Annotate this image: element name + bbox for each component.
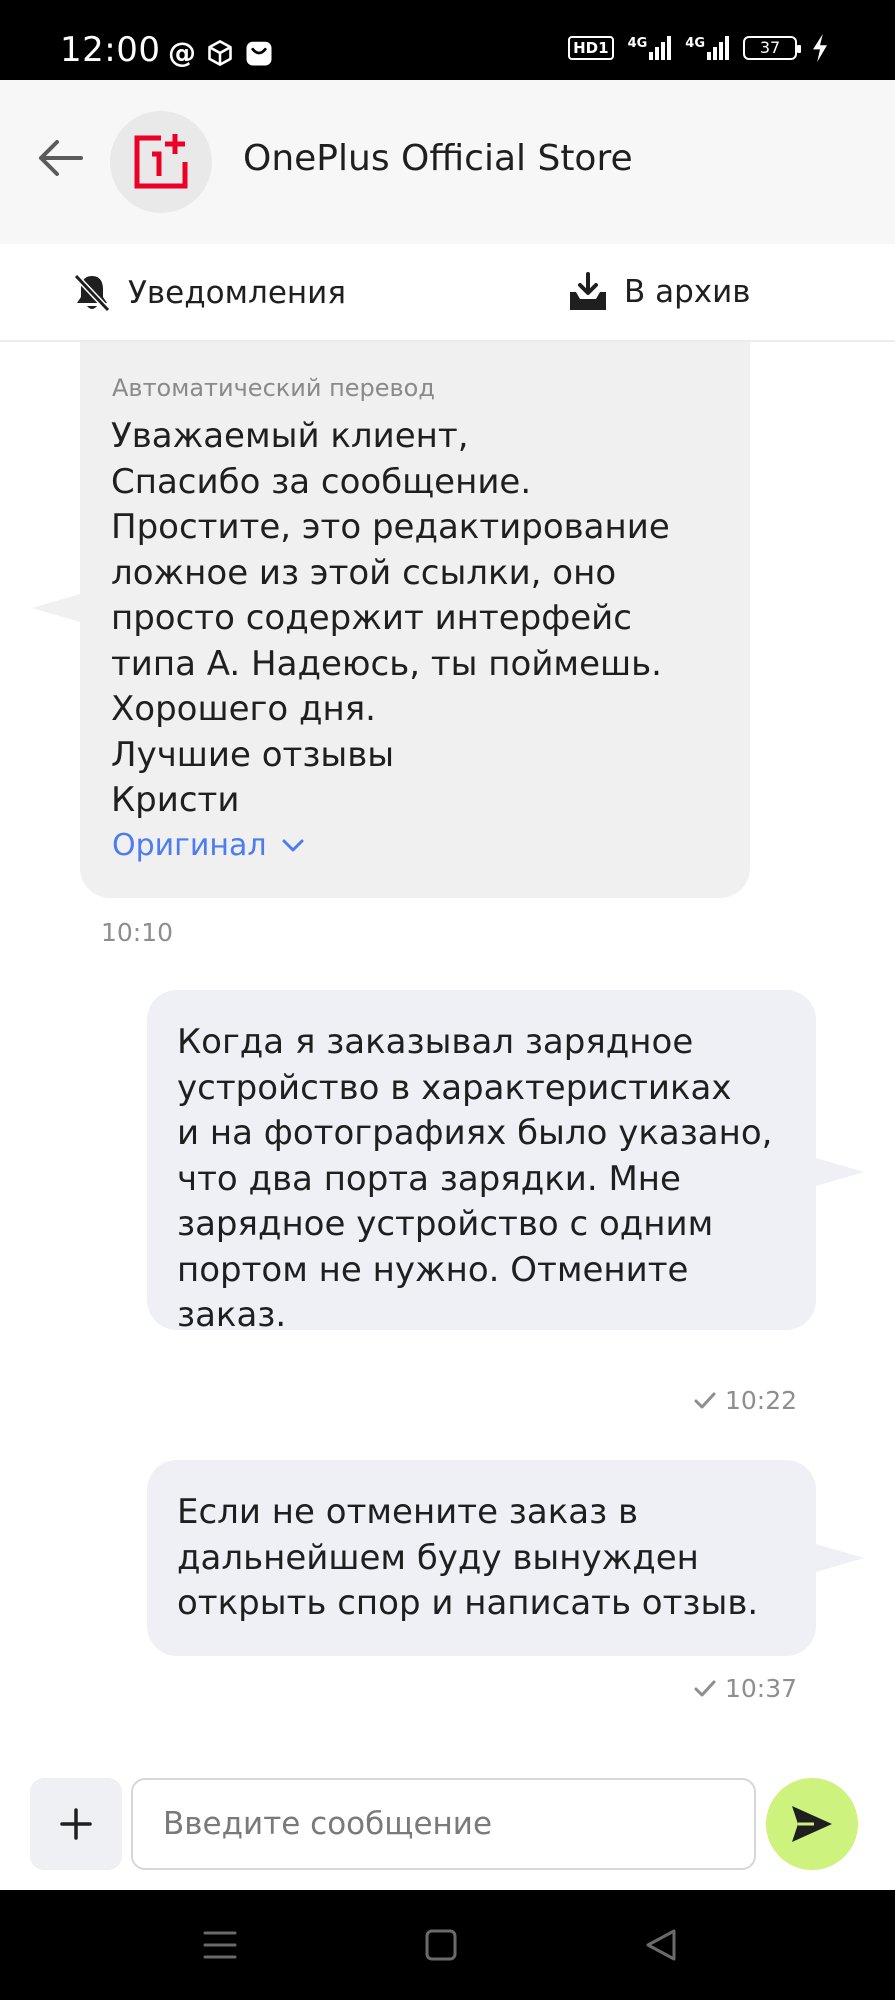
store-avatar[interactable] — [110, 111, 212, 213]
triangle-back-icon — [646, 1929, 676, 1961]
archive-button[interactable]: В архив — [568, 272, 751, 312]
arrow-left-icon — [39, 140, 83, 176]
archive-download-icon — [570, 272, 606, 310]
chat-messages[interactable]: Автоматический перевод Уважаемый клиент,… — [0, 342, 895, 1760]
message-status: 10:37 — [693, 1674, 797, 1703]
notifications-toggle[interactable]: Уведомления — [72, 272, 346, 314]
store-name[interactable]: OnePlus Official Store — [243, 138, 633, 179]
chat-header: OnePlus Official Store — [0, 80, 895, 244]
message-status: 10:22 — [693, 1386, 797, 1415]
archive-label: В архив — [624, 274, 751, 310]
show-original-link[interactable]: Оригинал — [112, 828, 305, 863]
shopping-bag-icon — [246, 41, 272, 65]
message-text: Когда я заказывал зарядное устройство в … — [177, 1022, 773, 1335]
system-navigation-bar — [0, 1890, 895, 2000]
message-composer — [0, 1760, 895, 1890]
oneplus-logo-icon — [134, 134, 188, 189]
check-icon — [694, 1680, 716, 1696]
back-button[interactable] — [32, 130, 88, 186]
bell-off-icon — [73, 273, 111, 313]
menu-icon — [203, 1931, 237, 1959]
status-time: 12:00 — [60, 30, 161, 70]
charging-bolt-icon — [813, 34, 827, 62]
attach-button[interactable] — [30, 1778, 122, 1870]
message-text: Уважаемый клиент, Спасибо за сообщение. … — [111, 416, 670, 820]
at-sign-icon: @ — [168, 36, 196, 69]
hd-voice-badge: HD1 — [568, 36, 614, 60]
signal-strength-icon-2: 4G — [685, 36, 729, 60]
incoming-message[interactable]: Автоматический перевод Уважаемый клиент,… — [32, 342, 750, 898]
plus-icon — [60, 1808, 92, 1840]
outgoing-message[interactable]: Когда я заказывал зарядное устройство в … — [147, 990, 864, 1335]
chat-action-bar: Уведомления В архив — [0, 244, 895, 342]
battery-icon: 37 — [743, 36, 801, 60]
message-text: Если не отмените заказ в дальнейшем буду… — [177, 1492, 759, 1623]
send-button[interactable] — [766, 1778, 858, 1870]
auto-translation-label: Автоматический перевод — [112, 374, 435, 402]
outgoing-message[interactable]: Если не отмените заказ в дальнейшем буду… — [147, 1460, 864, 1656]
notifications-label: Уведомления — [128, 275, 346, 311]
system-back-button[interactable] — [641, 1925, 681, 1965]
status-system-icons: HD1 4G 4G 37 — [568, 34, 829, 62]
status-notification-icons: @ — [168, 36, 274, 69]
signal-strength-icon: 4G — [628, 36, 672, 60]
network-type-label: 4G — [627, 36, 648, 51]
message-time: 10:22 — [724, 1386, 797, 1415]
cube-icon — [208, 39, 232, 66]
chevron-down-icon — [282, 839, 304, 851]
message-time: 10:37 — [724, 1674, 797, 1703]
square-icon — [425, 1929, 457, 1961]
recent-apps-button[interactable] — [200, 1925, 240, 1965]
home-button[interactable] — [421, 1925, 461, 1965]
message-input[interactable] — [131, 1778, 756, 1870]
send-icon — [792, 1806, 832, 1842]
status-bar: 12:00 @ HD1 4G 4G 37 — [0, 0, 895, 80]
show-original-label: Оригинал — [112, 828, 267, 863]
network-type-label-2: 4G — [685, 36, 705, 51]
message-time: 10:10 — [101, 918, 174, 947]
check-icon — [694, 1392, 716, 1408]
